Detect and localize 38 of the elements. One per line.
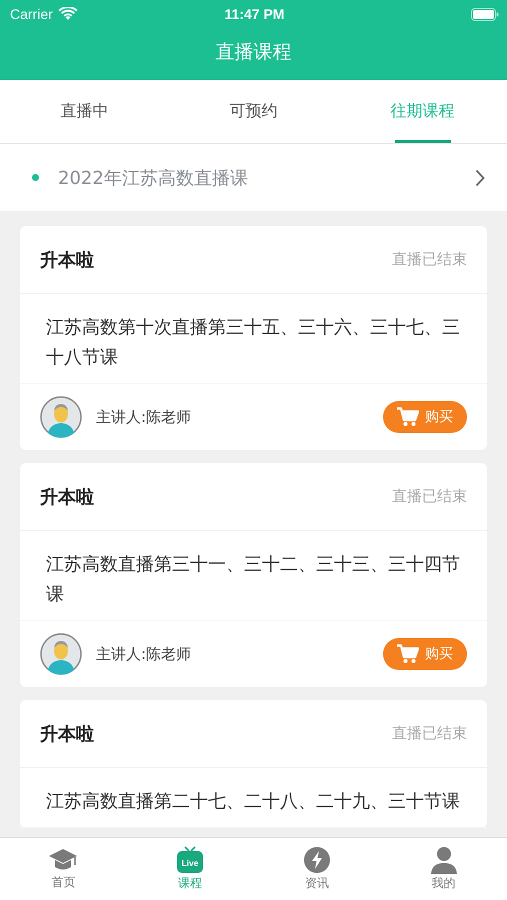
tab[interactable]: 往期课程	[338, 80, 507, 143]
course-status: 直播已结束	[392, 250, 467, 269]
course-title: 江苏高数直播第二十七、二十八、二十九、三十节课	[20, 768, 487, 828]
page-title: 直播课程	[216, 40, 292, 65]
course-card[interactable]: 升本啦 直播已结束 江苏高数直播第二十七、二十八、二十九、三十节课	[20, 700, 487, 828]
chevron-right-icon	[475, 168, 485, 186]
carrier-text: Carrier	[10, 6, 53, 22]
battery-icon	[471, 8, 499, 20]
tab-bar-item[interactable]: Live 课程	[126, 838, 254, 900]
tab[interactable]: 可预约	[169, 80, 338, 143]
avatar-icon	[40, 633, 82, 675]
speaker-text: 主讲人:陈老师	[96, 408, 192, 426]
clock-text: 11:47 PM	[224, 6, 284, 22]
buy-button[interactable]: 购买	[383, 401, 467, 433]
course-provider: 升本啦	[40, 486, 94, 508]
wifi-icon	[58, 7, 78, 21]
buy-button[interactable]: 购买	[383, 638, 467, 670]
series-title: 2022年江苏高数直播课	[58, 166, 248, 190]
series-row[interactable]: 2022年江苏高数直播课	[0, 144, 507, 211]
course-title: 江苏高数第十次直播第三十五、三十六、三十七、三十八节课	[20, 294, 487, 384]
course-provider: 升本啦	[40, 248, 94, 272]
course-card[interactable]: 升本啦 直播已结束 江苏高数第十次直播第三十五、三十六、三十七、三十八节课 主讲人:陈老师 购买	[20, 226, 487, 450]
tab-bar-item[interactable]: 我的	[380, 838, 507, 900]
bullet-icon	[32, 174, 39, 181]
tab-bar-item[interactable]: 资讯	[254, 838, 380, 900]
lightning-icon	[302, 846, 331, 874]
user-icon	[430, 846, 458, 874]
tab-bar-item[interactable]: 首页	[0, 838, 127, 900]
course-status: 直播已结束	[392, 487, 467, 506]
avatar-icon	[40, 396, 82, 438]
cart-icon	[397, 644, 419, 664]
course-provider: 升本啦	[40, 722, 94, 746]
cart-icon	[397, 407, 419, 427]
course-status: 直播已结束	[392, 724, 467, 743]
course-card[interactable]: 升本啦 直播已结束 江苏高数直播第三十一、三十二、三十三、三十四节课 主讲人:陈老师 购买	[20, 463, 487, 687]
course-title: 江苏高数直播第三十一、三十二、三十三、三十四节课	[20, 531, 487, 621]
speaker-text: 主讲人:陈老师	[96, 644, 192, 664]
tab[interactable]: 直播中	[0, 80, 169, 143]
